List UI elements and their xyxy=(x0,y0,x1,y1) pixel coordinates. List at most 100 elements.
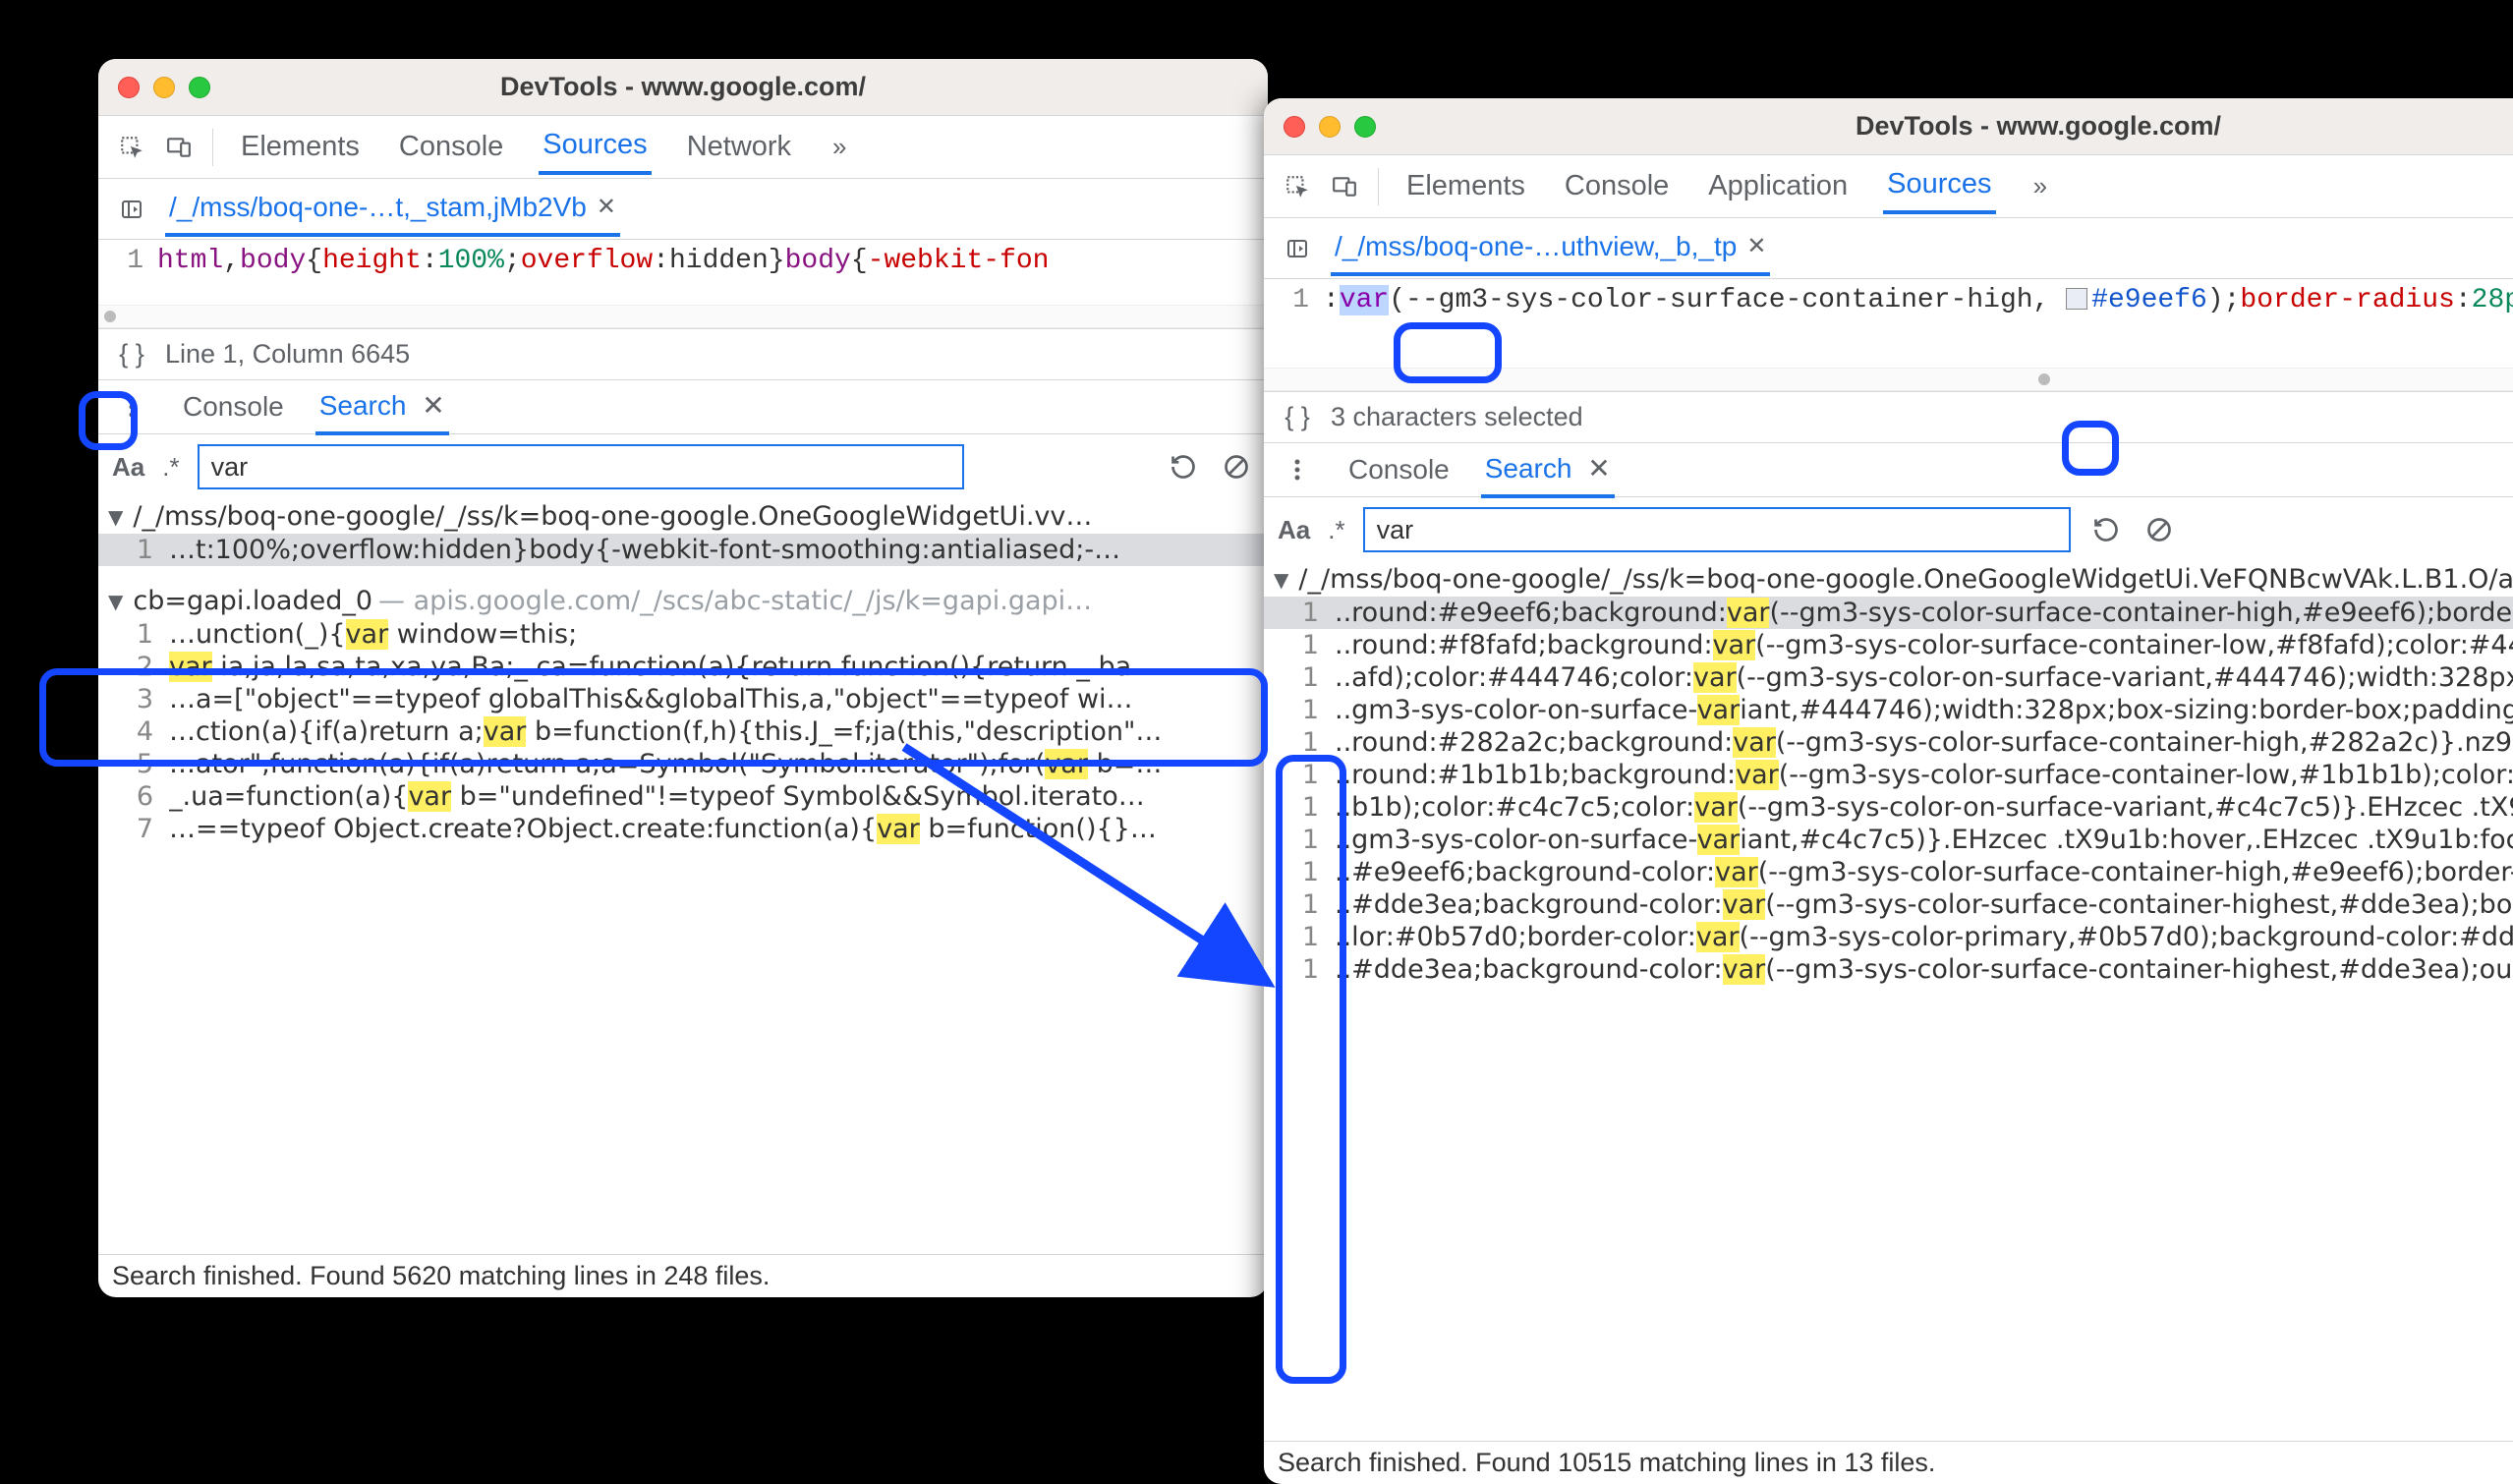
result-line: 1 xyxy=(1274,954,1319,985)
result-line: 1 xyxy=(1274,598,1319,628)
result-row[interactable]: 1..gm3-sys-color-on-surface-variant,#c4c… xyxy=(1264,824,2513,856)
result-line: 1 xyxy=(1274,662,1319,693)
refresh-icon[interactable] xyxy=(1166,449,1201,485)
search-input[interactable] xyxy=(198,444,964,489)
code-editor[interactable]: 1 html,body{height:100%;overflow:hidden}… xyxy=(98,240,1268,305)
close-tab-icon[interactable]: ✕ xyxy=(1746,232,1766,260)
result-text: …==typeof Object.create?Object.create:fu… xyxy=(169,814,1258,844)
format-icon[interactable]: { } xyxy=(1278,398,1317,437)
close-search-icon[interactable]: ✕ xyxy=(422,390,444,421)
match-case-button[interactable]: Aa xyxy=(1278,515,1310,545)
result-row[interactable]: 1 ..round:#e9eef6;background:var(--gm3-sy… xyxy=(1264,597,2513,629)
file-tab[interactable]: /_/mss/boq-one-…uthview,_b,_tp ✕ xyxy=(1331,221,1770,276)
result-row[interactable]: 1..#e9eef6;background-color:var(--gm3-sy… xyxy=(1264,856,2513,888)
drawer-tab-console[interactable]: Console xyxy=(1344,444,1454,495)
clear-icon[interactable] xyxy=(1219,449,1254,485)
drawer-tab-search-label: Search xyxy=(319,390,407,421)
disclosure-triangle-icon[interactable]: ▼ xyxy=(108,590,123,613)
result-row[interactable]: 1..#dde3ea;background-color:var(--gm3-sy… xyxy=(1264,888,2513,921)
result-row[interactable]: 1..lor:#0b57d0;border-color:var(--gm3-sy… xyxy=(1264,921,2513,953)
result-row[interactable]: 6_.ua=function(a){var b="undefined"!=typ… xyxy=(98,780,1268,813)
result-file-header[interactable]: ▼ /_/mss/boq-one-google/_/ss/k=boq-one-g… xyxy=(98,499,1268,534)
code-line-1: html,body{height:100%;overflow:hidden}bo… xyxy=(157,246,1049,299)
result-text: ..round:#e9eef6;background:var(--gm3-sys… xyxy=(1335,598,2513,628)
result-line: 1 xyxy=(108,619,153,650)
search-results: ▼ /_/mss/boq-one-google/_/ss/k=boq-one-g… xyxy=(98,499,1268,1254)
more-tabs-chevron-icon[interactable]: » xyxy=(827,132,852,162)
result-line: 1 xyxy=(1274,857,1319,887)
window-title: DevTools - www.google.com/ xyxy=(1264,111,2513,142)
refresh-icon[interactable] xyxy=(2088,512,2124,547)
editor-statusbar: { } Line 1, Column 6645 xyxy=(98,328,1268,379)
titlebar: DevTools - www.google.com/ xyxy=(98,59,1268,116)
tab-console[interactable]: Console xyxy=(1561,160,1673,212)
drawer-tabs: Console Search ✕ ✕ xyxy=(1264,442,2513,497)
search-input[interactable] xyxy=(1363,507,2071,552)
result-text: …ction(a){if(a)return a;var b=function(f… xyxy=(169,716,1258,747)
device-toggle-icon[interactable] xyxy=(1325,167,1364,206)
code-editor[interactable]: 1 :var(--gm3-sys-color-surface-container… xyxy=(1264,279,2513,368)
result-row[interactable]: 1..gm3-sys-color-on-surface-variant,#444… xyxy=(1264,694,2513,726)
more-tabs-chevron-icon[interactable]: » xyxy=(2028,171,2053,201)
drawer-kebab-icon[interactable] xyxy=(1278,450,1317,489)
tab-elements[interactable]: Elements xyxy=(1402,160,1529,212)
result-row[interactable]: 1..round:#1b1b1b;background:var(--gm3-sy… xyxy=(1264,759,2513,791)
tab-sources[interactable]: Sources xyxy=(539,119,651,175)
result-text: ..gm3-sys-color-on-surface-variant,#4447… xyxy=(1335,695,2513,725)
code-line-1: :var(--gm3-sys-color-surface-container-h… xyxy=(1323,285,2513,362)
tab-console[interactable]: Console xyxy=(395,121,507,173)
result-row[interactable]: 1..#dde3ea;background-color:var(--gm3-sy… xyxy=(1264,953,2513,986)
clear-icon[interactable] xyxy=(2142,512,2177,547)
inspect-icon[interactable] xyxy=(112,128,151,167)
result-row[interactable]: 5…ator",function(a){if(a)return a;a=Symb… xyxy=(98,748,1268,780)
match-case-button[interactable]: Aa xyxy=(112,452,144,483)
file-tab[interactable]: /_/mss/boq-one-…t,_stam,jMb2Vb ✕ xyxy=(165,182,620,237)
tab-sources[interactable]: Sources xyxy=(1883,158,1995,214)
result-file-header[interactable]: ▼ cb=gapi.loaded_0 — apis.google.com/_/s… xyxy=(98,584,1268,618)
navigator-toggle-icon[interactable] xyxy=(1278,229,1317,268)
search-toolbar: Aa .* xyxy=(98,434,1268,499)
drawer-tab-search-label: Search xyxy=(1485,453,1572,484)
result-row[interactable]: 1..round:#f8fafd;background:var(--gm3-sy… xyxy=(1264,629,2513,661)
drawer-tab-search[interactable]: Search ✕ xyxy=(1481,442,1615,498)
cursor-position: Line 1, Column 6645 xyxy=(165,339,410,370)
result-line: 1 xyxy=(1274,727,1319,758)
result-row[interactable]: 1..afd);color:#444746;color:var(--gm3-sy… xyxy=(1264,661,2513,694)
result-row[interactable]: 4…ction(a){if(a)return a;var b=function(… xyxy=(98,715,1268,748)
result-row[interactable]: 1…unction(_){var window=this; xyxy=(98,618,1268,651)
marker-dot-icon xyxy=(104,311,116,322)
search-toolbar: Aa .* xyxy=(1264,497,2513,562)
disclosure-triangle-icon[interactable]: ▼ xyxy=(1274,568,1288,592)
color-swatch-icon xyxy=(2066,288,2087,310)
close-tab-icon[interactable]: ✕ xyxy=(597,193,616,221)
drawer-kebab-icon[interactable] xyxy=(112,387,151,427)
result-row[interactable]: 1 …t:100%;overflow:hidden}body{-webkit-f… xyxy=(98,534,1268,566)
result-row[interactable]: 3…a=["object"==typeof globalThis&&global… xyxy=(98,683,1268,715)
drawer-tab-console[interactable]: Console xyxy=(179,381,288,432)
drawer-tab-search[interactable]: Search ✕ xyxy=(315,379,449,435)
result-row[interactable]: 7 …==typeof Object.create?Object.create:f… xyxy=(98,813,1268,845)
inspect-icon[interactable] xyxy=(1278,167,1317,206)
result-line: 5 xyxy=(108,749,153,779)
scroll-marker-bar xyxy=(1264,368,2513,391)
result-line: 1 xyxy=(1274,792,1319,823)
regex-button[interactable]: .* xyxy=(162,452,179,483)
disclosure-triangle-icon[interactable]: ▼ xyxy=(108,505,123,529)
result-row[interactable]: 1..round:#282a2c;background:var(--gm3-sy… xyxy=(1264,726,2513,759)
result-file-header[interactable]: ▼ /_/mss/boq-one-google/_/ss/k=boq-one-g… xyxy=(1264,562,2513,597)
result-row[interactable]: 1..b1b);color:#c4c7c5;color:var(--gm3-sy… xyxy=(1264,791,2513,824)
tab-elements[interactable]: Elements xyxy=(237,121,364,173)
result-row[interactable]: 2var ia,ja,la,sa,ta,xa,ya,Ba;_.ca=functi… xyxy=(98,651,1268,683)
format-icon[interactable]: { } xyxy=(112,335,151,374)
device-toggle-icon[interactable] xyxy=(159,128,199,167)
result-line: 6 xyxy=(108,781,153,812)
drawer-tabs: Console Search ✕ xyxy=(98,379,1268,434)
result-text: ..lor:#0b57d0;border-color:var(--gm3-sys… xyxy=(1335,922,2513,952)
tab-application[interactable]: Application xyxy=(1704,160,1852,212)
result-file-path: /_/mss/boq-one-google/_/ss/k=boq-one-goo… xyxy=(133,501,1092,532)
tab-network[interactable]: Network xyxy=(683,121,795,173)
regex-button[interactable]: .* xyxy=(1328,515,1344,545)
navigator-toggle-icon[interactable] xyxy=(112,190,151,229)
result-line: 7 xyxy=(108,814,153,844)
close-search-icon[interactable]: ✕ xyxy=(1587,453,1610,484)
